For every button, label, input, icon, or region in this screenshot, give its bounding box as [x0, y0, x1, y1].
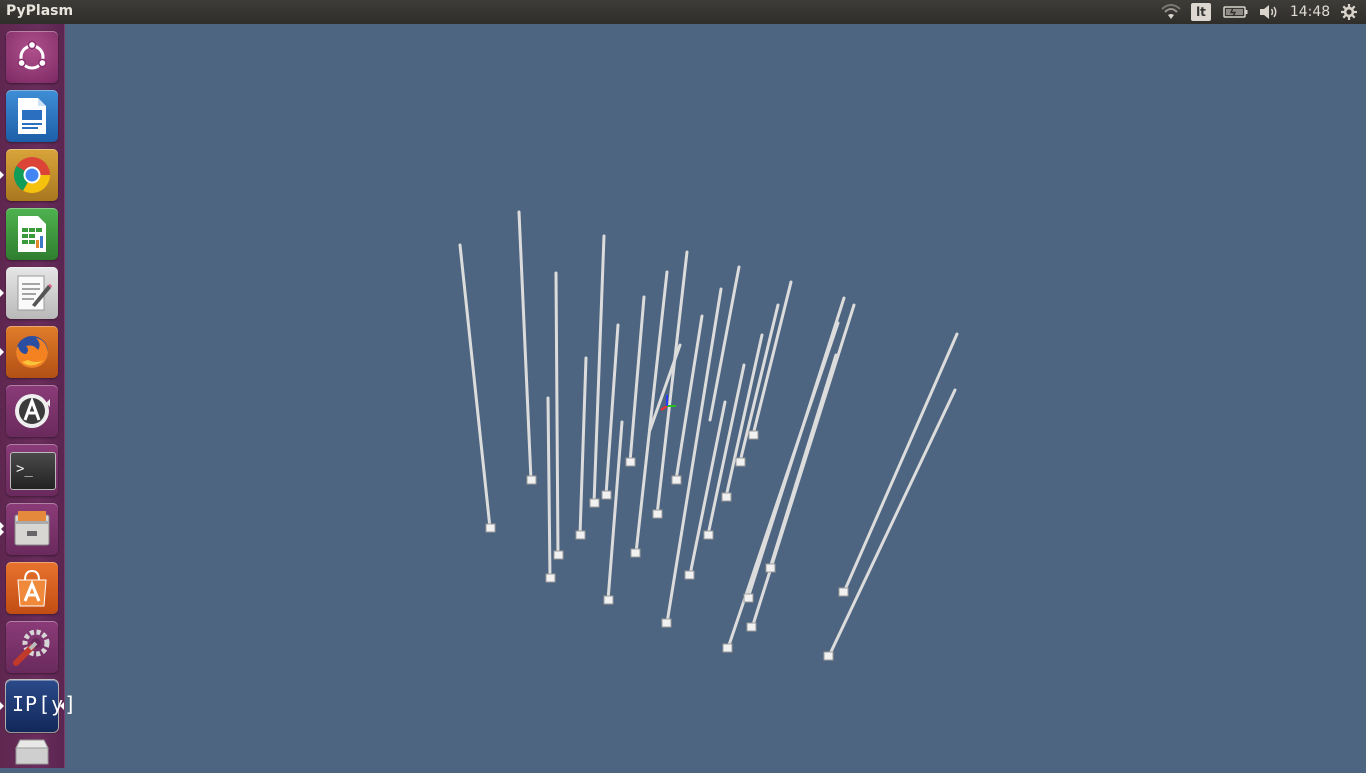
ubuntu-logo-icon — [17, 40, 47, 70]
disk-launcher[interactable] — [6, 736, 58, 768]
column-base — [545, 573, 556, 583]
clock[interactable]: 14:48 — [1290, 0, 1330, 24]
terminal-prompt-glyph: >_ — [16, 461, 33, 477]
settings-wrench-icon — [13, 629, 50, 666]
column-base — [684, 570, 695, 580]
column-base — [838, 587, 849, 597]
column-base — [746, 622, 757, 632]
battery-icon[interactable] — [1222, 0, 1250, 24]
column — [746, 296, 846, 600]
column-base — [743, 593, 754, 603]
firefox-icon — [16, 336, 48, 368]
column — [706, 363, 746, 537]
column — [674, 314, 704, 482]
text-editor-launcher[interactable] — [0, 267, 58, 319]
column-base — [765, 563, 776, 573]
column-base — [589, 498, 600, 508]
software-updater-icon — [15, 394, 50, 428]
files-launcher[interactable] — [0, 503, 58, 555]
wireframe-columns-render — [458, 210, 959, 661]
column — [604, 323, 620, 497]
column-base — [721, 492, 732, 502]
column — [546, 396, 552, 580]
column — [768, 353, 838, 570]
terminal-launcher[interactable]: >_ — [6, 444, 58, 496]
x-axis — [660, 405, 668, 411]
disk-icon — [15, 739, 49, 765]
column — [751, 280, 793, 437]
running-indicator — [0, 289, 4, 297]
column-bases — [485, 430, 849, 661]
column — [628, 295, 646, 464]
column — [842, 332, 959, 594]
chrome-icon — [13, 157, 51, 194]
column-base — [601, 490, 612, 500]
text-editor-icon — [17, 275, 52, 311]
writer-icon — [18, 98, 46, 134]
column-base — [575, 530, 586, 540]
column — [517, 210, 533, 482]
launcher: >_ IP[y] — [0, 24, 76, 768]
running-indicator — [0, 528, 4, 536]
software-center-launcher[interactable] — [6, 562, 58, 614]
files-icon — [14, 511, 50, 546]
column-base — [703, 530, 714, 540]
gear-icon[interactable] — [1338, 0, 1360, 24]
column-base — [671, 475, 682, 485]
terminal-icon: >_ — [10, 452, 56, 490]
ubuntu-dash-button[interactable] — [6, 31, 58, 83]
column-base — [735, 457, 746, 467]
column — [688, 400, 727, 577]
column — [554, 271, 560, 558]
volume-icon[interactable] — [1256, 0, 1282, 24]
ipython-launcher[interactable]: IP[y] — [0, 679, 76, 733]
window-title: PyPlasm — [6, 3, 74, 19]
system-settings-launcher[interactable] — [6, 621, 58, 673]
wifi-icon[interactable] — [1158, 0, 1184, 24]
software-updater-launcher[interactable] — [6, 385, 58, 437]
running-indicator — [0, 171, 4, 179]
column-base — [823, 651, 834, 661]
top-panel: PyPlasm lt 14:48 — [0, 0, 1366, 24]
writer-launcher[interactable] — [6, 90, 58, 142]
column-group — [458, 210, 959, 658]
calc-icon — [18, 216, 46, 252]
firefox-launcher[interactable] — [0, 326, 58, 378]
pyplasm-3d-viewport[interactable] — [64, 24, 1366, 768]
chrome-launcher[interactable] — [0, 149, 58, 201]
keyboard-layout-indicator[interactable]: lt — [1189, 0, 1213, 24]
column-base — [553, 550, 564, 560]
column — [738, 303, 780, 464]
column — [592, 234, 606, 505]
column-base — [748, 430, 759, 440]
column-base — [630, 548, 641, 558]
column-base — [526, 475, 537, 485]
column — [458, 243, 492, 530]
column — [578, 356, 588, 537]
column-base — [661, 618, 672, 628]
running-indicator — [0, 348, 4, 356]
column — [827, 388, 957, 658]
column-base — [652, 509, 663, 519]
column — [708, 265, 741, 422]
running-indicator — [0, 702, 4, 710]
column-base — [485, 523, 496, 533]
column-base — [722, 643, 733, 653]
column-base — [603, 595, 614, 605]
calc-launcher[interactable] — [6, 208, 58, 260]
column-base — [625, 457, 636, 467]
software-center-icon — [17, 569, 47, 607]
keyboard-layout-label: lt — [1191, 3, 1211, 21]
